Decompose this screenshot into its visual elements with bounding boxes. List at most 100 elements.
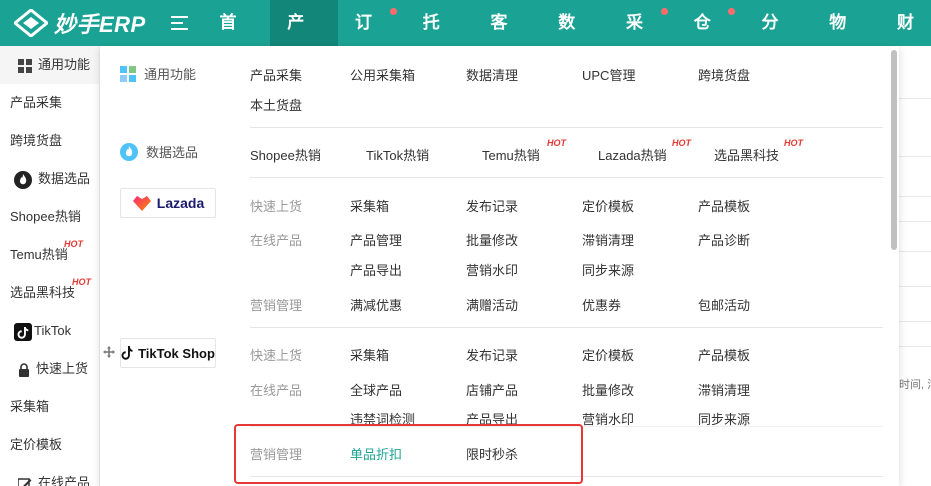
menu-link[interactable]: 店铺产品 [466,380,518,399]
nav-item[interactable]: 分销 [744,0,812,78]
flame-icon [14,170,32,189]
sidebar-item-label: 采集箱 [10,399,50,414]
menu-link[interactable]: 本土货盘 [250,95,302,114]
sidebar-item-data-selection[interactable]: 数据选品 [0,160,99,198]
sidebar-item-temu[interactable]: Temu热销 HOT [0,236,99,274]
sidebar-item-label: 跨境货盘 [10,133,63,148]
menu-link[interactable]: 产品采集 [250,65,302,84]
nav-item-label: 财 [896,13,914,32]
nav-item[interactable]: 仓库 [677,0,745,78]
menu-link[interactable]: Temu热销 [482,145,540,164]
grid-icon [120,65,136,82]
sidebar-item-label: 通用功能 [38,57,91,72]
sidebar-item-shopee[interactable]: Shopee热销 [0,198,99,236]
nav-item[interactable]: 托管 [406,0,474,78]
lock-icon [19,362,29,377]
menu-link[interactable]: 跨境货盘 [698,65,750,84]
menu-link[interactable]: 产品诊断 [698,230,750,249]
sidebar-item-label: Temu热销 [10,247,68,262]
menu-link[interactable]: UPC管理 [582,65,635,84]
menu-link[interactable]: 优惠券 [582,295,621,314]
menu-link[interactable]: 包邮活动 [698,295,750,314]
nav-item[interactable]: 物流 [812,0,880,78]
section-label: 快速上货 [250,348,303,363]
sidebar-item-black-tech[interactable]: 选品黑科技 HOT [0,274,99,312]
sidebar-item-label: TikTok [34,323,72,338]
nav-item[interactable]: 客服 [473,0,541,78]
main-nav: 首页产品订单托管客服数据采购仓库分销物流财 [202,0,931,78]
sidebar-item-label: Shopee热销 [10,209,81,224]
menu-link[interactable]: Lazada热销 [598,145,667,164]
section-label: 在线产品 [250,383,303,398]
menu-link[interactable]: 产品模板 [698,345,750,364]
tiktok-shop-logo: TikTok Shop [120,338,216,368]
menu-link[interactable]: 选品黑科技 [714,145,779,164]
menu-link[interactable]: 产品管理 [350,230,402,249]
menu-link[interactable]: 产品模板 [698,196,750,215]
sidebar-item-label: 选品黑科技 [10,285,76,300]
logo-text: 妙手ERP [54,12,146,37]
highlight-box [234,424,583,484]
menu-link[interactable]: 滞销清理 [698,380,750,399]
section-label: 营销管理 [250,298,303,313]
menu-link[interactable]: 同步来源 [582,260,634,279]
nav-item[interactable]: 产品 [270,0,338,78]
sidebar-item-general[interactable]: 通用功能 [0,46,99,84]
menu-link[interactable]: 定价模板 [582,345,634,364]
sidebar-item-label: 定价模板 [10,437,63,452]
menu-link[interactable]: 滞销清理 [582,230,634,249]
nav-item[interactable]: 订单 [338,0,406,78]
menu-link[interactable]: Shopee热销 [250,145,321,164]
lazada-logo: Lazada [120,188,216,218]
tiktok-brand-text: TikTok Shop [138,345,215,361]
menu-link[interactable]: 营销水印 [466,260,518,279]
notification-dot [728,8,736,15]
notification-dot [389,8,397,15]
product-mega-menu: 通用功能 产品采集 公用采集箱 数据清理 UPC管理 跨境货盘 本土货盘 数据选… [100,46,899,486]
menu-link[interactable]: 批量修改 [466,230,518,249]
sidebar-item-online-products[interactable]: 在线产品 [0,464,99,486]
section-label: 在线产品 [250,233,303,248]
menu-link[interactable]: 发布记录 [466,345,518,364]
tiktok-icon [14,322,32,341]
sidebar-item-cross-border[interactable]: 跨境货盘 [0,122,99,160]
menu-link[interactable]: 数据清理 [466,65,518,84]
nav-item[interactable]: 财 [880,0,931,46]
grid-icon [18,58,32,73]
logo[interactable]: 妙手ERP [0,7,165,39]
menu-toggle-icon[interactable] [170,16,189,30]
move-icon[interactable] [103,346,115,358]
menu-link[interactable]: 全球产品 [350,380,402,399]
hot-badge: HOT [64,239,83,249]
sidebar-item-tiktok[interactable]: TikTok [0,312,99,350]
hot-badge: HOT [547,138,566,148]
page-background-content: 时间, 活 [899,46,931,486]
menu-link[interactable]: 发布记录 [466,196,518,215]
sidebar-item-quick-upload[interactable]: 快速上货 [0,350,99,388]
menu-link[interactable]: 采集箱 [350,345,389,364]
sidebar-item-collect-box[interactable]: 采集箱 [0,388,99,426]
section-label: 快速上货 [250,199,303,214]
menu-link[interactable]: 定价模板 [582,196,634,215]
menu-link[interactable]: 采集箱 [350,196,389,215]
nav-item[interactable]: 采购 [609,0,677,78]
nav-item[interactable]: 首页 [202,0,270,78]
flame-icon [120,142,138,161]
sidebar-item-product-collect[interactable]: 产品采集 [0,84,99,122]
nav-item[interactable]: 数据 [541,0,609,78]
menu-link[interactable]: 批量修改 [582,380,634,399]
hot-badge: HOT [672,138,691,148]
category-title: 通用功能 [144,67,197,82]
category-title: 数据选品 [146,145,199,160]
menu-link[interactable]: 满赠活动 [466,295,518,314]
sidebar-item-label: 在线产品 [38,475,91,486]
sidebar-item-pricing-template[interactable]: 定价模板 [0,426,99,464]
top-nav-bar: 妙手ERP 首页产品订单托管客服数据采购仓库分销物流财 [0,0,931,78]
menu-link[interactable]: 公用采集箱 [350,65,415,84]
category-data-selection: 数据选品 [120,142,198,161]
sidebar-item-label: 产品采集 [10,95,63,110]
menu-link[interactable]: TikTok热销 [366,145,429,164]
menu-link[interactable]: 满减优惠 [350,295,402,314]
menu-link[interactable]: 产品导出 [350,260,402,279]
dropdown-scrollbar[interactable] [891,50,897,250]
